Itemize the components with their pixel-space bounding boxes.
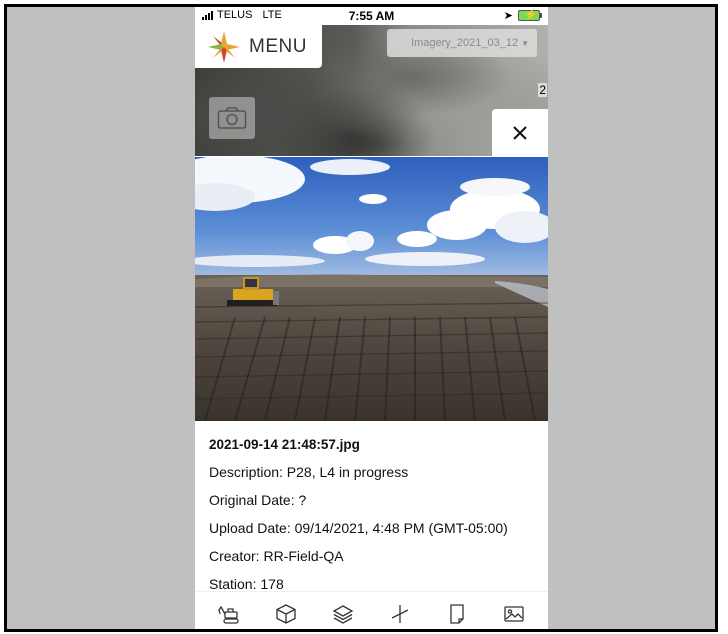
map-label: 2 bbox=[538, 83, 547, 97]
menu-label: MENU bbox=[249, 35, 307, 57]
imagery-select[interactable]: Imagery_2021_03_12 ▼ bbox=[387, 29, 537, 57]
bottom-toolbar bbox=[195, 591, 548, 630]
site-photo bbox=[195, 157, 548, 421]
camera-icon bbox=[217, 107, 247, 129]
map-view[interactable]: MENU Imagery_2021_03_12 ▼ 2 bbox=[195, 25, 548, 157]
layers-icon bbox=[332, 604, 354, 624]
photo-description: Description: P28, L4 in progress bbox=[209, 464, 409, 480]
location-arrow-icon: ➤ bbox=[503, 10, 513, 22]
tool-document-button[interactable] bbox=[439, 596, 475, 630]
tool-3d-button[interactable] bbox=[268, 596, 304, 630]
photo-station: Station: 178 bbox=[209, 576, 284, 592]
image-icon bbox=[503, 605, 524, 622]
photo-creator: Creator: RR-Field-QA bbox=[209, 548, 344, 564]
tool-image-button[interactable] bbox=[496, 596, 532, 630]
battery-icon: ⚡ bbox=[518, 9, 542, 21]
excavator-icon bbox=[218, 605, 240, 624]
camera-button[interactable] bbox=[209, 97, 255, 139]
document-icon bbox=[450, 603, 464, 624]
status-right: ➤ ⚡ bbox=[503, 9, 542, 22]
chevron-down-icon: ▼ bbox=[521, 38, 529, 48]
clock: 7:55 AM bbox=[348, 9, 395, 23]
menu-button[interactable]: MENU bbox=[195, 25, 322, 68]
phone-screen: TELUS LTE 7:55 AM ➤ ⚡ MENU Imagery_2021_… bbox=[195, 7, 548, 630]
close-button[interactable] bbox=[492, 109, 548, 157]
close-icon bbox=[513, 126, 527, 140]
cube-icon bbox=[276, 603, 296, 624]
status-bar: TELUS LTE 7:55 AM ➤ ⚡ bbox=[195, 7, 548, 25]
compass-logo-icon bbox=[208, 30, 240, 63]
photo-info-panel: 2021-09-14 21:48:57.jpg Description: P28… bbox=[195, 421, 548, 592]
photo-upload-date: Upload Date: 09/14/2021, 4:48 PM (GMT-05… bbox=[209, 520, 508, 536]
tool-equipment-button[interactable] bbox=[211, 596, 247, 630]
tool-measure-button[interactable] bbox=[382, 596, 418, 630]
screenshot-frame: TELUS LTE 7:55 AM ➤ ⚡ MENU Imagery_2021_… bbox=[4, 4, 718, 632]
photo-original-date: Original Date: ? bbox=[209, 492, 307, 508]
measure-icon bbox=[391, 604, 409, 623]
photo-filename: 2021-09-14 21:48:57.jpg bbox=[209, 437, 360, 452]
tool-layers-button[interactable] bbox=[325, 596, 361, 630]
imagery-select-value: Imagery_2021_03_12 bbox=[411, 37, 519, 49]
